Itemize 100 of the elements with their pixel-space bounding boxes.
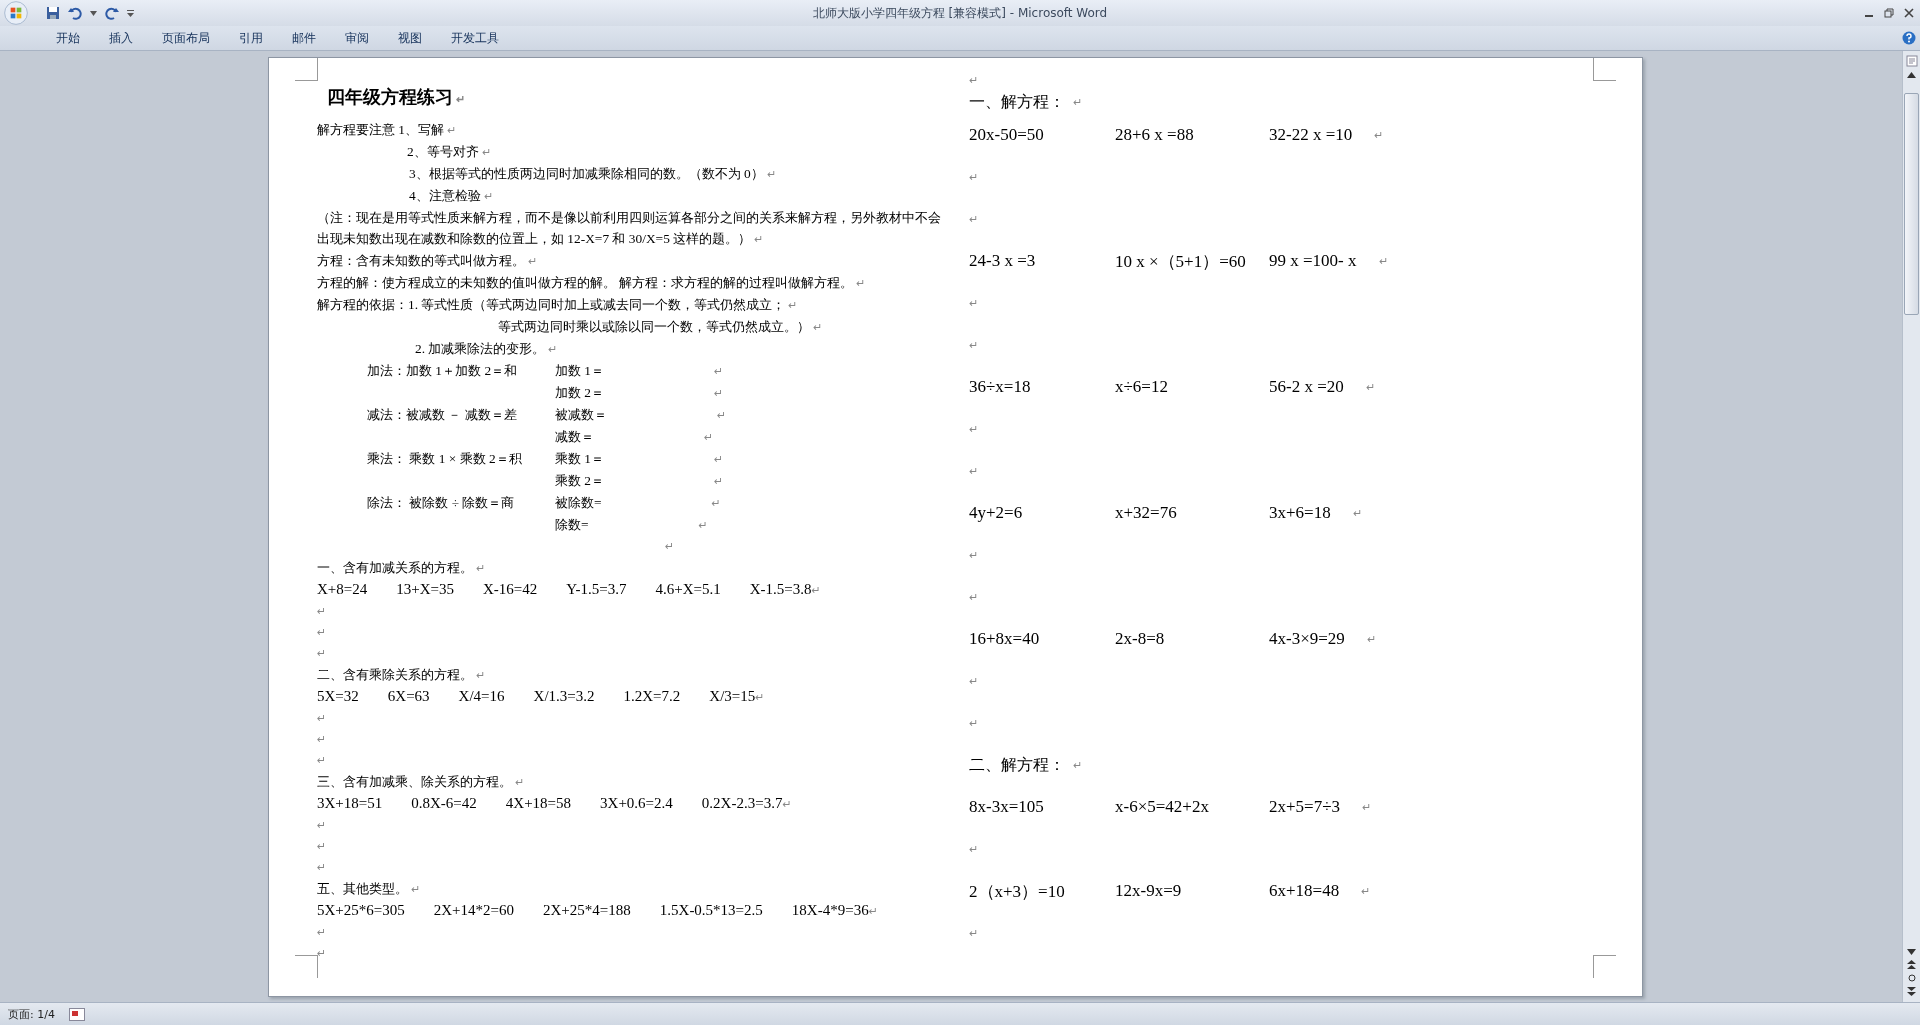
formula-text: 加数 2＝ xyxy=(555,384,605,402)
equation: 99 x =100- x xyxy=(1269,251,1357,271)
paragraph-mark: ↵ xyxy=(317,839,327,855)
ribbon-tab[interactable]: 邮件 xyxy=(282,29,326,47)
caret-icon[interactable] xyxy=(90,10,97,16)
ribbon-tab[interactable]: 引用 xyxy=(229,29,273,47)
equation: X-16=42 xyxy=(483,580,538,599)
paragraph-mark: ↵ xyxy=(317,646,327,662)
paragraph-mark: ↵ xyxy=(1366,632,1376,646)
ribbon-tab[interactable]: 审阅 xyxy=(335,29,379,47)
equation: 2x-8=8 xyxy=(1115,629,1166,649)
equation: 13+X=35 xyxy=(396,580,455,599)
browse-object-icon[interactable] xyxy=(1907,974,1916,982)
paragraph-text: 一、含有加减关系的方程。 ↵ xyxy=(317,559,485,577)
equation: 4.6+X=5.1 xyxy=(655,580,721,599)
equation: x-6×5=42+2x xyxy=(1115,797,1210,817)
formula-text: 减法：被减数 － 减数＝差 xyxy=(367,407,517,422)
equation: 56-2 x =20 xyxy=(1269,377,1344,397)
paragraph-mark: ↵ xyxy=(317,860,327,876)
paragraph-mark: ↵ xyxy=(714,364,724,380)
equation: X/4=16 xyxy=(458,687,505,706)
paragraph-mark: ↵ xyxy=(1361,884,1371,898)
paragraph-mark: ↵ xyxy=(317,604,327,620)
paragraph-mark: ↵ xyxy=(969,674,978,688)
equation: 2X+25*4=188 xyxy=(543,901,631,920)
scroll-down-icon[interactable] xyxy=(1907,949,1916,955)
formula-text: 除数= xyxy=(555,516,589,534)
paragraph-mark: ↵ xyxy=(868,904,878,920)
equation: 10 x ×（5+1）=60 xyxy=(1115,250,1247,273)
paragraph-text: 五、其他类型。 ↵ xyxy=(317,880,420,898)
equation: X/1.3=3.2 xyxy=(533,687,595,706)
restore-icon[interactable] xyxy=(1884,8,1894,18)
paragraph-mark: ↵ xyxy=(969,842,978,856)
office-button-icon[interactable] xyxy=(4,1,28,25)
paragraph-mark: ↵ xyxy=(969,548,978,562)
equation: 32-22 x =10 xyxy=(1269,125,1353,145)
paragraph-mark: ↵ xyxy=(317,732,327,748)
equation: 16+8x=40 xyxy=(969,629,1041,649)
equation: 4y+2=6 xyxy=(969,503,1024,523)
paragraph-text: 3、根据等式的性质两边同时加减乘除相同的数。（数不为 0） ↵ xyxy=(409,165,776,183)
ribbon-tab[interactable]: 页面布局 xyxy=(152,29,220,47)
paragraph-text: 二、含有乘除关系的方程。 ↵ xyxy=(317,666,485,684)
crop-mark xyxy=(1593,955,1616,978)
paragraph-mark: ↵ xyxy=(317,711,327,727)
equation: x÷6=12 xyxy=(1115,377,1169,397)
paragraph-mark: ↵ xyxy=(711,496,721,512)
save-icon[interactable] xyxy=(46,6,60,20)
equation: 2x+5=7÷3 xyxy=(1269,797,1340,817)
ruler-toggle-icon[interactable] xyxy=(1905,55,1918,67)
ribbon-tab[interactable]: 开始 xyxy=(46,29,90,47)
paragraph-mark: ↵ xyxy=(317,818,327,834)
undo-icon[interactable] xyxy=(68,6,82,20)
paragraph-mark: ↵ xyxy=(317,625,327,641)
paragraph-mark: ↵ xyxy=(317,925,327,941)
paragraph-mark: ↵ xyxy=(1362,800,1371,814)
equation: 28+6 x =88 xyxy=(1115,125,1195,145)
formula-text: 乘数 1＝ xyxy=(555,450,605,468)
paragraph-text: 2、等号对齐 ↵ xyxy=(407,143,491,161)
ribbon-tab[interactable]: 开发工具 xyxy=(441,29,509,47)
equation: 12x-9x=9 xyxy=(1115,881,1183,901)
redo-icon[interactable] xyxy=(105,6,119,20)
equation: 1.5X-0.5*13=2.5 xyxy=(659,901,763,920)
scroll-up-icon[interactable] xyxy=(1907,72,1916,78)
paragraph-mark: ↵ xyxy=(704,430,714,446)
paragraph-mark: ↵ xyxy=(969,464,978,478)
paragraph-mark: ↵ xyxy=(714,386,724,402)
equation: 24-3 x =3 xyxy=(969,251,1037,271)
page-count[interactable]: 页面: 1/4 xyxy=(8,1006,55,1022)
scroll-thumb[interactable] xyxy=(1904,93,1919,315)
paragraph-mark: ↵ xyxy=(1073,95,1082,109)
paragraph-text: 三、含有加减乘、除关系的方程。 ↵ xyxy=(317,773,524,791)
close-icon[interactable] xyxy=(1904,8,1914,18)
customize-caret-icon[interactable] xyxy=(127,9,134,17)
paragraph-mark: ↵ xyxy=(1352,506,1362,520)
ribbon-tab[interactable]: 视图 xyxy=(388,29,432,47)
crop-mark xyxy=(295,955,318,978)
equation: 3X+18=51 xyxy=(317,794,383,813)
paragraph-mark: ↵ xyxy=(698,518,708,534)
equation: 20x-50=50 xyxy=(969,125,1045,145)
formula-text: 被除数= xyxy=(555,494,602,512)
section-heading: 二、解方程： xyxy=(969,754,1065,775)
formula-text: 被减数＝ xyxy=(555,406,607,424)
vertical-scrollbar[interactable] xyxy=(1902,51,1920,1002)
help-icon[interactable] xyxy=(1902,31,1916,45)
equation: 2（x+3）=10 xyxy=(969,880,1066,903)
paragraph-mark: ↵ xyxy=(811,583,821,599)
paragraph-mark: ↵ xyxy=(969,170,978,184)
ribbon-tab[interactable]: 插入 xyxy=(99,29,143,47)
previous-page-icon[interactable] xyxy=(1907,960,1916,969)
paragraph-mark: ↵ xyxy=(969,296,978,310)
equation: 8x-3x=105 xyxy=(969,797,1045,817)
paragraph-text: 方程：含有未知数的等式叫做方程。 ↵ xyxy=(317,252,537,270)
paragraph-mark: ↵ xyxy=(1073,758,1082,772)
next-page-icon[interactable] xyxy=(1907,987,1916,996)
equation: X/3=15 xyxy=(709,687,756,706)
paragraph-text: 解方程的依据：1. 等式性质（等式两边同时加上或减去同一个数，等式仍然成立； ↵ xyxy=(317,296,798,314)
paragraph-text: （注：现在是用等式性质来解方程，而不是像以前利用四则运算各部分之间的关系来解方程，另外教材中不会出现未知数出现在减数和除数的位置上，如 12-X=7 和 30/X=5 这样的题。） ↵ xyxy=(317,209,942,248)
paragraph-mark: ↵ xyxy=(1374,128,1384,142)
equation: 3x+6=18 xyxy=(1269,503,1331,523)
proofing-icon[interactable] xyxy=(68,1007,85,1021)
